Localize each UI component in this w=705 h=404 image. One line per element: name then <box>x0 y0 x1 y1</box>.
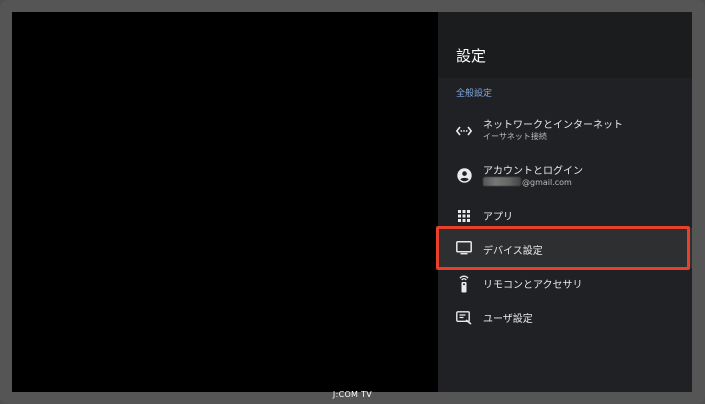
blurred-email-user <box>483 177 521 186</box>
menu-item-user-settings[interactable]: ユーザ設定 <box>438 306 692 346</box>
menu-item-label: アカウントとログイン <box>483 166 583 177</box>
menu-item-label: ユーザ設定 <box>483 314 533 325</box>
menu-item-label: リモコンとアクセサリ <box>483 280 583 291</box>
tv-screen: 設定 全般設定 ネットワークとインターネット イーサネット接続 アカウントとログ… <box>12 12 692 392</box>
panel-title: 設定 <box>456 47 487 65</box>
apps-grid-icon <box>456 208 472 224</box>
menu-item-network[interactable]: ネットワークとインターネット イーサネット接続 <box>438 110 692 150</box>
section-title: 全般設定 <box>456 89 493 99</box>
panel-header: 設定 <box>438 12 692 78</box>
menu-item-sub: @gmail.com <box>483 177 572 187</box>
menu-item-label: アプリ <box>483 212 513 223</box>
menu-item-account[interactable]: アカウントとログイン @gmail.com <box>438 156 692 196</box>
menu-item-label: ネットワークとインターネット <box>483 120 623 131</box>
remote-icon <box>456 274 472 294</box>
settings-panel: 設定 全般設定 ネットワークとインターネット イーサネット接続 アカウントとログ… <box>438 12 692 392</box>
video-area <box>12 12 438 392</box>
network-icon <box>456 123 472 139</box>
user-settings-icon <box>456 310 472 326</box>
menu-item-sub: イーサネット接続 <box>483 132 547 141</box>
brand-logo: J:COM TV <box>332 390 373 399</box>
account-icon <box>456 167 472 183</box>
highlight-box <box>436 226 690 270</box>
